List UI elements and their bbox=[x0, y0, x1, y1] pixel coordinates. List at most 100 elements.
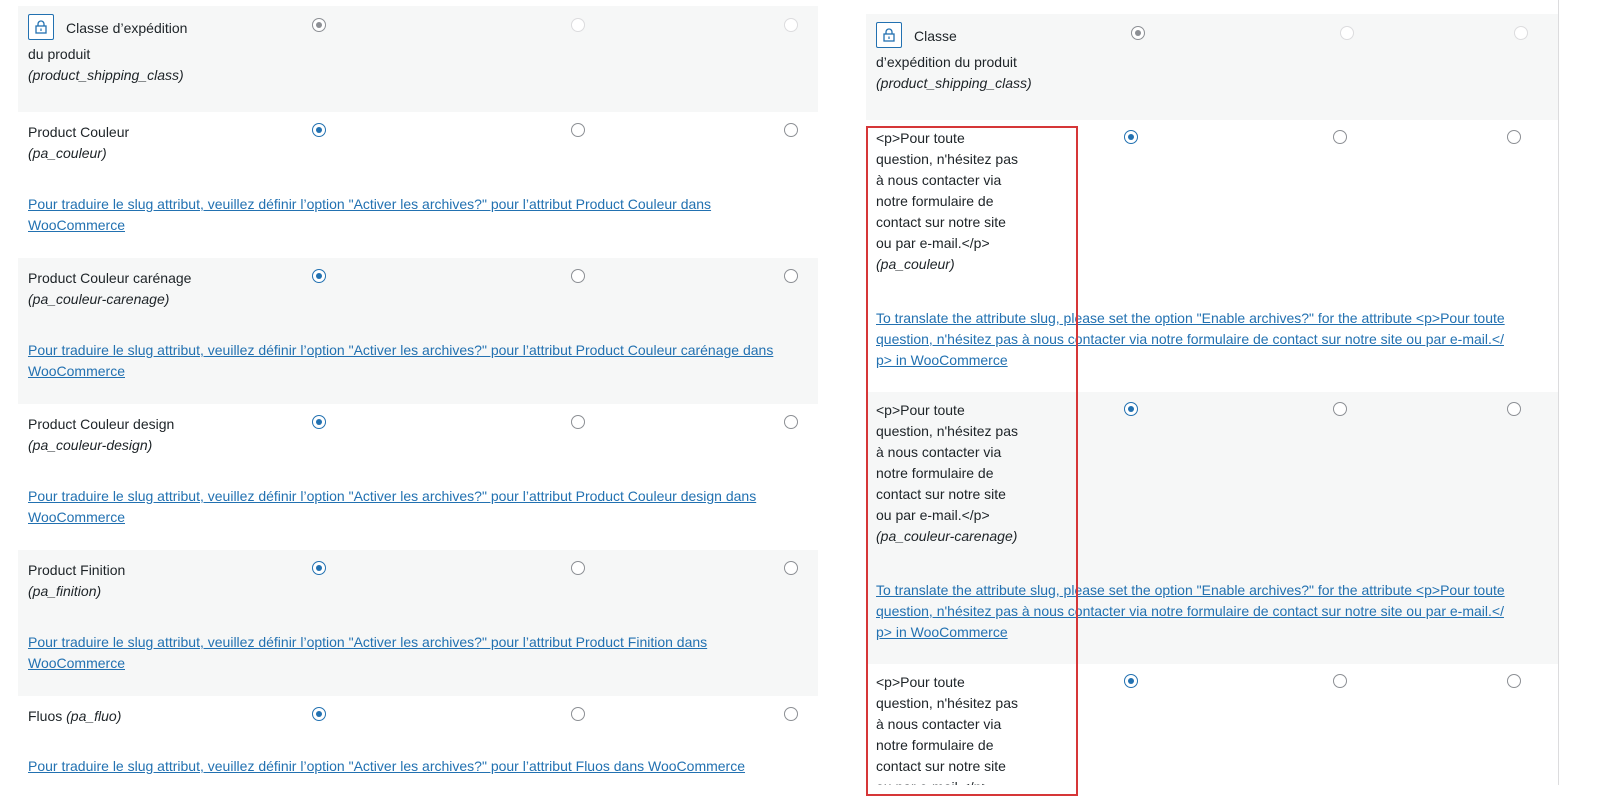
shipping-class-row: Classe d’expédition du produit (product_… bbox=[18, 6, 818, 112]
radio-ignore[interactable] bbox=[1507, 130, 1521, 144]
description-line: <p>Pour toute bbox=[876, 674, 965, 690]
attribute-description: <p>Pour toute question, n'hésitez pas à … bbox=[876, 400, 1018, 547]
shipping-class-label: Classe d’expédition bbox=[66, 20, 188, 36]
attribute-description: <p>Pour toute question, n'hésitez pas à … bbox=[876, 128, 1018, 275]
radio-translate[interactable] bbox=[571, 123, 585, 137]
radio-copy[interactable] bbox=[312, 123, 326, 137]
attribute-name: Product Couleur design bbox=[28, 416, 175, 432]
attribute-row-couleur-carenage: Product Couleur carénage (pa_couleur-car… bbox=[18, 258, 818, 404]
description-line: question, n'hésitez pas bbox=[876, 423, 1018, 439]
description-line: contact sur notre site bbox=[876, 214, 1006, 230]
shipping-radio-copy bbox=[1131, 26, 1145, 40]
radio-translate[interactable] bbox=[571, 269, 585, 283]
archives-link[interactable]: Pour traduire le slug attribut, veuillez… bbox=[28, 340, 773, 361]
attribute-slug: (pa_couleur) bbox=[876, 256, 955, 272]
archives-link-line2[interactable]: WooCommerce bbox=[28, 361, 125, 382]
archives-link[interactable]: Pour traduire le slug attribut, veuillez… bbox=[28, 756, 745, 777]
lock-button[interactable] bbox=[876, 22, 902, 48]
archives-link[interactable]: To translate the attribute slug, please … bbox=[876, 308, 1505, 329]
attribute-description: <p>Pour toute question, n'hésitez pas à … bbox=[876, 672, 1018, 785]
shipping-class-label-line2: du produit bbox=[28, 46, 91, 62]
attribute-name: Product Couleur carénage bbox=[28, 270, 192, 286]
attribute-row-couleur-design: Product Couleur design (pa_couleur-desig… bbox=[18, 404, 818, 550]
left-attributes-panel: Classe d’expédition du produit (product_… bbox=[18, 0, 818, 785]
lock-icon bbox=[883, 28, 895, 42]
description-line: <p>Pour toute bbox=[876, 402, 965, 418]
archives-link[interactable]: Pour traduire le slug attribut, veuillez… bbox=[28, 194, 711, 215]
description-line: question, n'hésitez pas bbox=[876, 695, 1018, 711]
radio-translate[interactable] bbox=[571, 415, 585, 429]
radio-ignore[interactable] bbox=[784, 269, 798, 283]
description-line: à nous contacter via bbox=[876, 172, 1002, 188]
attribute-row-next: <p>Pour toute question, n'hésitez pas à … bbox=[866, 664, 1558, 785]
description-line: contact sur notre site bbox=[876, 758, 1006, 774]
radio-copy[interactable] bbox=[1124, 130, 1138, 144]
archives-link-line3[interactable]: p> in WooCommerce bbox=[876, 622, 1008, 643]
description-line: <p>Pour toute bbox=[876, 130, 965, 146]
attribute-name: Product Couleur bbox=[28, 124, 130, 140]
shipping-class-slug: (product_shipping_class) bbox=[876, 75, 1032, 91]
radio-ignore[interactable] bbox=[1507, 402, 1521, 416]
lock-icon bbox=[35, 20, 47, 34]
attribute-name: Fluos bbox=[28, 708, 63, 724]
description-line: question, n'hésitez pas bbox=[876, 151, 1018, 167]
radio-ignore[interactable] bbox=[784, 707, 798, 721]
radio-copy[interactable] bbox=[312, 415, 326, 429]
shipping-radio-ignore bbox=[784, 18, 798, 32]
description-line: à nous contacter via bbox=[876, 444, 1002, 460]
archives-link-line2[interactable]: question, n'hésitez pas à nous contacter… bbox=[876, 329, 1504, 350]
radio-copy[interactable] bbox=[312, 269, 326, 283]
archives-link[interactable]: Pour traduire le slug attribut, veuillez… bbox=[28, 486, 756, 507]
radio-ignore[interactable] bbox=[1507, 674, 1521, 688]
description-line: notre formulaire de bbox=[876, 737, 994, 753]
archives-link-line2[interactable]: WooCommerce bbox=[28, 653, 125, 674]
radio-copy[interactable] bbox=[312, 561, 326, 575]
radio-ignore[interactable] bbox=[784, 123, 798, 137]
archives-link[interactable]: To translate the attribute slug, please … bbox=[876, 580, 1505, 601]
radio-ignore[interactable] bbox=[784, 415, 798, 429]
radio-copy[interactable] bbox=[312, 707, 326, 721]
shipping-class-row: Classe d’expédition du produit (product_… bbox=[866, 14, 1558, 120]
description-line: notre formulaire de bbox=[876, 193, 994, 209]
attribute-slug: (pa_couleur) bbox=[28, 145, 107, 161]
archives-link-line2[interactable]: WooCommerce bbox=[28, 215, 125, 236]
attribute-row-couleur: <p>Pour toute question, n'hésitez pas à … bbox=[866, 120, 1558, 392]
radio-translate[interactable] bbox=[1333, 130, 1347, 144]
right-attributes-panel: Classe d’expédition du produit (product_… bbox=[866, 0, 1559, 785]
lock-button[interactable] bbox=[28, 14, 54, 40]
attribute-row-couleur-carenage: <p>Pour toute question, n'hésitez pas à … bbox=[866, 392, 1558, 664]
attribute-row-couleur: Product Couleur (pa_couleur) Pour tradui… bbox=[18, 112, 818, 258]
radio-copy[interactable] bbox=[1124, 674, 1138, 688]
attribute-slug: (pa_couleur-carenage) bbox=[876, 528, 1018, 544]
attribute-name-with-slug: Fluos (pa_fluo) bbox=[28, 706, 121, 727]
shipping-class-label-line2: d’expédition du produit bbox=[876, 54, 1017, 70]
description-line: à nous contacter via bbox=[876, 716, 1002, 732]
radio-translate[interactable] bbox=[1333, 402, 1347, 416]
attribute-row-finition: Product Finition (pa_finition) Pour trad… bbox=[18, 550, 818, 696]
attribute-slug: (pa_couleur-carenage) bbox=[28, 291, 170, 307]
archives-link-line3[interactable]: p> in WooCommerce bbox=[876, 350, 1008, 371]
attribute-slug: (pa_finition) bbox=[28, 583, 102, 599]
attribute-name: Product Finition bbox=[28, 562, 126, 578]
description-line: ou par e-mail.</p> bbox=[876, 507, 990, 523]
shipping-radio-translate bbox=[571, 18, 585, 32]
shipping-radio-translate bbox=[1340, 26, 1354, 40]
radio-translate[interactable] bbox=[571, 707, 585, 721]
radio-translate[interactable] bbox=[571, 561, 585, 575]
attribute-row-fluos: Fluos (pa_fluo) Pour traduire le slug at… bbox=[18, 696, 818, 785]
archives-link-line2[interactable]: WooCommerce bbox=[28, 507, 125, 528]
description-line: ou par e-mail.</p> bbox=[876, 235, 990, 251]
description-line: ou par e-mail.</p> bbox=[876, 777, 1018, 785]
shipping-radio-copy bbox=[312, 18, 326, 32]
description-line: notre formulaire de bbox=[876, 465, 994, 481]
archives-link-line2[interactable]: question, n'hésitez pas à nous contacter… bbox=[876, 601, 1504, 622]
description-line: contact sur notre site bbox=[876, 486, 1006, 502]
archives-link[interactable]: Pour traduire le slug attribut, veuillez… bbox=[28, 632, 707, 653]
radio-translate[interactable] bbox=[1333, 674, 1347, 688]
shipping-radio-ignore bbox=[1514, 26, 1528, 40]
attribute-slug: (pa_fluo) bbox=[66, 708, 122, 724]
shipping-class-slug: (product_shipping_class) bbox=[28, 67, 184, 83]
radio-copy[interactable] bbox=[1124, 402, 1138, 416]
shipping-class-label: Classe bbox=[914, 28, 957, 44]
radio-ignore[interactable] bbox=[784, 561, 798, 575]
